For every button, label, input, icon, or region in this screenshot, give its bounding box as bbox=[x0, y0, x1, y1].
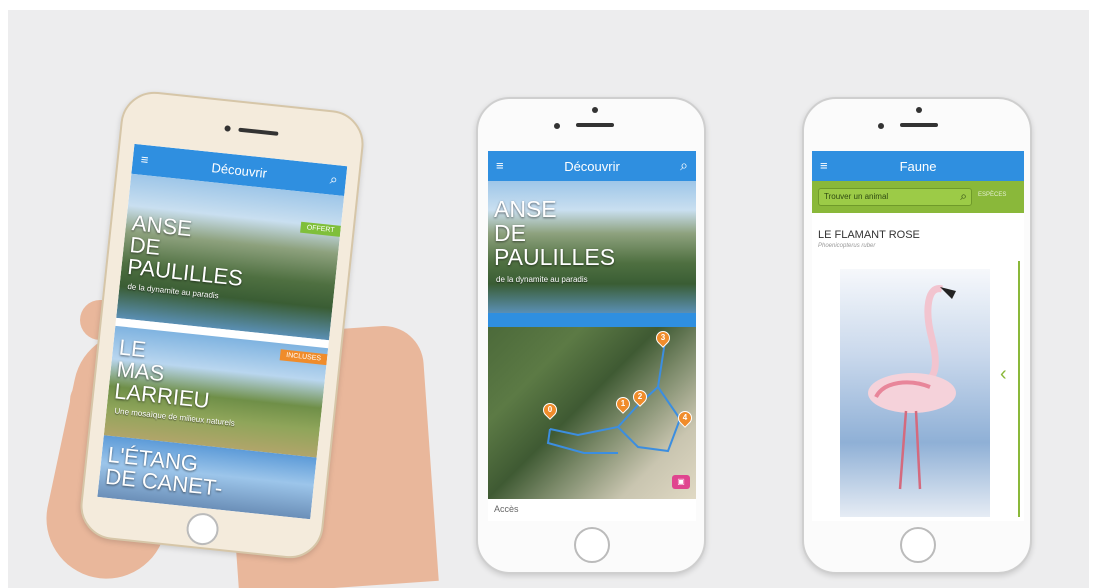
search-bar: Trouver un animal ⌕ ESPÈCES bbox=[812, 181, 1024, 213]
phone-1: ≡ Découvrir ⌕ ANSE DE PAULILLES de la dy… bbox=[77, 88, 367, 562]
phone-3-screen: ≡ Faune Trouver un animal ⌕ ESPÈCES LE F… bbox=[812, 151, 1024, 521]
species-name: LE FLAMANT ROSE bbox=[818, 229, 920, 241]
side-rail bbox=[1018, 261, 1020, 517]
card-subtitle: de la dynamite au paradis bbox=[496, 275, 588, 284]
speaker-icon bbox=[576, 123, 614, 127]
page-edge bbox=[1089, 0, 1097, 588]
flamingo-illustration bbox=[868, 285, 956, 490]
phone-1-screen: ≡ Découvrir ⌕ ANSE DE PAULILLES de la dy… bbox=[97, 143, 348, 520]
footer-label: Accès bbox=[494, 504, 519, 514]
species-latin-name: Phoenicopterus ruber bbox=[818, 243, 876, 249]
speaker-icon bbox=[238, 127, 279, 136]
camera-marker-icon[interactable]: ▣ bbox=[672, 475, 690, 489]
chevron-left-icon[interactable]: ‹ bbox=[1000, 363, 1007, 386]
card-title: L'ÉTANG DE CANET- bbox=[104, 441, 224, 501]
list-item[interactable]: ANSE DE PAULILLES de la dynamite au para… bbox=[116, 173, 345, 341]
footer-bar: Accès bbox=[488, 499, 696, 521]
home-button[interactable] bbox=[574, 527, 610, 563]
card-title: LE MAS LARRIEU bbox=[113, 334, 211, 414]
camera-icon bbox=[224, 125, 231, 132]
search-placeholder: Trouver un animal bbox=[824, 192, 889, 201]
home-button[interactable] bbox=[900, 527, 936, 563]
app-bar-title: Découvrir bbox=[564, 159, 620, 174]
filter-dropdown[interactable]: ESPÈCES bbox=[978, 192, 1006, 198]
trail-map[interactable]: 0 1 2 3 4 ▣ bbox=[488, 327, 696, 499]
inclus-badge: INCLUSES bbox=[279, 349, 328, 366]
app-bar-title: Faune bbox=[899, 159, 937, 174]
species-illustration bbox=[840, 269, 990, 517]
speaker-icon bbox=[900, 123, 938, 127]
camera-icon bbox=[878, 123, 884, 129]
search-input[interactable]: Trouver un animal ⌕ bbox=[818, 188, 972, 206]
phone-3: ≡ Faune Trouver un animal ⌕ ESPÈCES LE F… bbox=[802, 97, 1032, 574]
camera-icon bbox=[554, 123, 560, 129]
card-title: ANSE DE PAULILLES bbox=[494, 196, 616, 270]
card-title: ANSE DE PAULILLES bbox=[126, 210, 245, 291]
trail-path bbox=[546, 334, 682, 454]
feature-card[interactable]: ANSE DE PAULILLES de la dynamite au para… bbox=[488, 181, 696, 313]
app-bar: ≡ Découvrir ⌕ bbox=[488, 151, 696, 181]
proximity-sensor-icon bbox=[592, 107, 598, 113]
search-icon[interactable]: ⌕ bbox=[680, 157, 688, 174]
offert-badge: OFFERT bbox=[300, 221, 342, 237]
home-button[interactable] bbox=[184, 511, 221, 547]
proximity-sensor-icon bbox=[916, 107, 922, 113]
phone-2: ≡ Découvrir ⌕ ANSE DE PAULILLES de la dy… bbox=[476, 97, 706, 574]
search-icon[interactable]: ⌕ bbox=[960, 189, 967, 204]
app-bar: ≡ Faune bbox=[812, 151, 1024, 181]
phone-2-screen: ≡ Découvrir ⌕ ANSE DE PAULILLES de la dy… bbox=[488, 151, 696, 521]
